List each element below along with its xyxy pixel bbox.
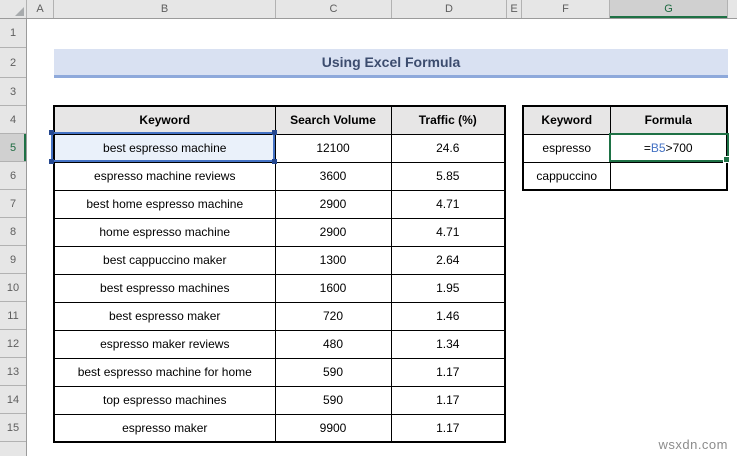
row-header-12[interactable]: 12 xyxy=(0,330,26,358)
cell-b15[interactable]: espresso maker xyxy=(53,413,276,443)
cell-c9[interactable]: 1300 xyxy=(274,245,392,275)
table-row: best espresso machine for home 590 1.17 xyxy=(53,357,506,387)
row-header-1[interactable]: 1 xyxy=(0,19,26,48)
row-header-9[interactable]: 9 xyxy=(0,246,26,274)
header-search-volume[interactable]: Search Volume xyxy=(274,105,392,135)
row-header-5-active[interactable]: 5 xyxy=(0,134,26,162)
table-row: top espresso machines 590 1.17 xyxy=(53,385,506,415)
cell-d11[interactable]: 1.46 xyxy=(390,301,506,331)
formula-equals: = xyxy=(643,141,651,155)
column-header-f[interactable]: F xyxy=(522,0,610,18)
cell-b13[interactable]: best espresso machine for home xyxy=(53,357,276,387)
formula-table-row: cappuccino xyxy=(522,161,728,191)
cell-c7[interactable]: 2900 xyxy=(274,189,392,219)
table-row: home espresso machine 2900 4.71 xyxy=(53,217,506,247)
cell-b12[interactable]: espresso maker reviews xyxy=(53,329,276,359)
cell-c12[interactable]: 480 xyxy=(274,329,392,359)
formula-table-header-row: Keyword Formula xyxy=(522,105,728,135)
table-row: espresso maker 9900 1.17 xyxy=(53,413,506,443)
cell-d6[interactable]: 5.85 xyxy=(390,161,506,191)
row-header-16-partial[interactable] xyxy=(0,442,26,456)
cell-b10[interactable]: best espresso machines xyxy=(53,273,276,303)
row-header-4[interactable]: 4 xyxy=(0,106,26,134)
table-row: best cappuccino maker 1300 2.64 xyxy=(53,245,506,275)
row-header-7[interactable]: 7 xyxy=(0,190,26,218)
table-row: best home espresso machine 2900 4.71 xyxy=(53,189,506,219)
column-header-c[interactable]: C xyxy=(276,0,392,18)
select-all-button[interactable] xyxy=(0,0,27,18)
column-header-e[interactable]: E xyxy=(507,0,522,18)
cell-c11[interactable]: 720 xyxy=(274,301,392,331)
cell-d12[interactable]: 1.34 xyxy=(390,329,506,359)
cell-d7[interactable]: 4.71 xyxy=(390,189,506,219)
worksheet-title-cell[interactable]: Using Excel Formula xyxy=(54,49,728,78)
cell-g6-empty[interactable] xyxy=(609,161,728,191)
table-row: espresso machine reviews 3600 5.85 xyxy=(53,161,506,191)
row-header-13[interactable]: 13 xyxy=(0,358,26,386)
cell-d15[interactable]: 1.17 xyxy=(390,413,506,443)
row-header-3[interactable]: 3 xyxy=(0,78,26,106)
column-header-b[interactable]: B xyxy=(54,0,276,18)
keyword-table: Keyword Search Volume Traffic (%) best e… xyxy=(53,105,506,443)
table-row: best espresso machines 1600 1.95 xyxy=(53,273,506,303)
column-header-strip: A B C D E F G xyxy=(0,0,737,19)
cell-d13[interactable]: 1.17 xyxy=(390,357,506,387)
row-header-8[interactable]: 8 xyxy=(0,218,26,246)
cell-d9[interactable]: 2.64 xyxy=(390,245,506,275)
row-header-14[interactable]: 14 xyxy=(0,386,26,414)
header-formula[interactable]: Formula xyxy=(609,105,728,135)
cell-c10[interactable]: 1600 xyxy=(274,273,392,303)
row-header-2[interactable]: 2 xyxy=(0,48,26,78)
cell-c6[interactable]: 3600 xyxy=(274,161,392,191)
row-header-strip: 1 2 3 4 5 6 7 8 9 10 11 12 13 14 15 xyxy=(0,19,27,456)
row-header-6[interactable]: 6 xyxy=(0,162,26,190)
row-header-11[interactable]: 11 xyxy=(0,302,26,330)
cell-b6[interactable]: espresso machine reviews xyxy=(53,161,276,191)
header-traffic[interactable]: Traffic (%) xyxy=(390,105,506,135)
cell-c13[interactable]: 590 xyxy=(274,357,392,387)
cell-g5-active-editing[interactable]: =B5>700 xyxy=(609,133,728,163)
header-keyword-2[interactable]: Keyword xyxy=(522,105,611,135)
cell-c14[interactable]: 590 xyxy=(274,385,392,415)
cell-c15[interactable]: 9900 xyxy=(274,413,392,443)
header-keyword[interactable]: Keyword xyxy=(53,105,276,135)
formula-operator-value: >700 xyxy=(665,141,693,155)
cell-f6[interactable]: cappuccino xyxy=(522,161,611,191)
formula-table: Keyword Formula espresso =B5>700 cappucc… xyxy=(522,105,728,191)
cell-d5[interactable]: 24.6 xyxy=(390,133,506,163)
cell-b8[interactable]: home espresso machine xyxy=(53,217,276,247)
row-header-10[interactable]: 10 xyxy=(0,274,26,302)
formula-table-row: espresso =B5>700 xyxy=(522,133,728,163)
table-header-row: Keyword Search Volume Traffic (%) xyxy=(53,105,506,135)
column-header-g-active[interactable]: G xyxy=(610,0,728,18)
table-row: best espresso machine 12100 24.6 xyxy=(53,133,506,163)
column-header-a[interactable]: A xyxy=(27,0,54,18)
cell-b9[interactable]: best cappuccino maker xyxy=(53,245,276,275)
cell-b7[interactable]: best home espresso machine xyxy=(53,189,276,219)
formula-cell-reference: B5 xyxy=(650,141,666,155)
row-header-15[interactable]: 15 xyxy=(0,414,26,442)
cell-d14[interactable]: 1.17 xyxy=(390,385,506,415)
cell-d10[interactable]: 1.95 xyxy=(390,273,506,303)
cell-c5[interactable]: 12100 xyxy=(274,133,392,163)
column-header-h-partial[interactable] xyxy=(728,0,737,18)
cell-d8[interactable]: 4.71 xyxy=(390,217,506,247)
cell-b11[interactable]: best espresso maker xyxy=(53,301,276,331)
cell-b5-referenced[interactable]: best espresso machine xyxy=(53,133,276,163)
select-all-icon xyxy=(15,7,24,16)
cell-f5[interactable]: espresso xyxy=(522,133,611,163)
table-row: espresso maker reviews 480 1.34 xyxy=(53,329,506,359)
cell-c8[interactable]: 2900 xyxy=(274,217,392,247)
cell-b14[interactable]: top espresso machines xyxy=(53,385,276,415)
column-header-d[interactable]: D xyxy=(392,0,507,18)
table-row: best espresso maker 720 1.46 xyxy=(53,301,506,331)
watermark: wsxdn.com xyxy=(658,437,728,452)
